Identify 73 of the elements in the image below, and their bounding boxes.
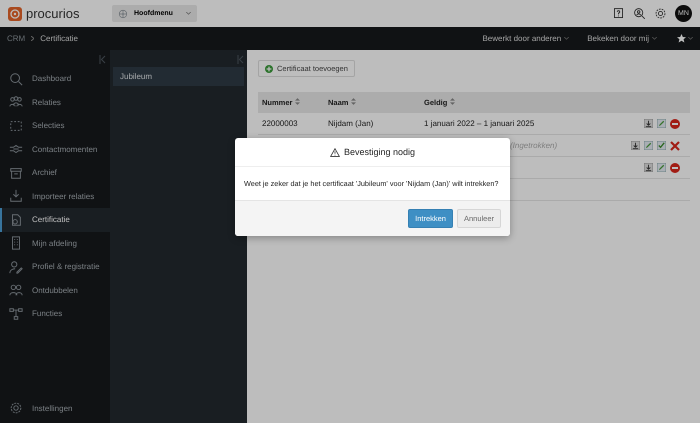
- edit-icon[interactable]: [657, 119, 666, 128]
- sort-icon[interactable]: [295, 98, 300, 105]
- archive-icon: [9, 166, 23, 180]
- sidebar-item[interactable]: Dashboard: [0, 67, 110, 90]
- sidebar-label: Importeer relaties: [32, 192, 94, 201]
- sidebar-label: Ontdubbelen: [32, 286, 78, 295]
- breadcrumb-link[interactable]: CRM: [7, 34, 26, 43]
- sort-icon[interactable]: [450, 98, 456, 105]
- menu-icon: [118, 8, 128, 18]
- check-icon[interactable]: [657, 141, 666, 150]
- search-icon: [9, 72, 23, 86]
- table-cell: 1 januari 2022 – 1 januari 2025: [424, 119, 534, 128]
- edit-icon[interactable]: [644, 141, 653, 150]
- collapse-icon[interactable]: [237, 55, 244, 64]
- sidebar-label: Profiel & registratie: [32, 262, 100, 272]
- sidebar-label: Relaties: [32, 98, 61, 107]
- tree-icon: [9, 306, 23, 321]
- delete-icon[interactable]: [670, 140, 680, 150]
- sort-icon[interactable]: [351, 98, 356, 105]
- certificate-icon: [9, 212, 23, 227]
- import-icon: [9, 189, 23, 204]
- star-icon[interactable]: [677, 34, 686, 43]
- dialog-title: Bevestiging nodig: [344, 147, 416, 157]
- settings-icon: [9, 401, 23, 415]
- filter-dropdown[interactable]: Bekeken door mij: [587, 34, 657, 43]
- stop-icon[interactable]: [670, 118, 680, 128]
- caret-icon: [186, 12, 191, 15]
- filter-dropdown[interactable]: Bewerkt door anderen: [482, 34, 570, 43]
- sidebar-item[interactable]: Relaties: [0, 90, 110, 114]
- logo-icon: [8, 6, 22, 20]
- table-cell: 22000003: [262, 119, 298, 128]
- collapse-icon[interactable]: [99, 55, 106, 64]
- sidebar-label: Selecties: [32, 121, 64, 130]
- edit-icon[interactable]: [657, 163, 666, 172]
- chevron-icon: [31, 36, 34, 41]
- sidebar-label: Functies: [32, 309, 62, 318]
- sidebar-label: Mijn afdeling: [32, 238, 77, 248]
- people-icon: [9, 283, 23, 298]
- selection-icon: [9, 118, 23, 133]
- sidebar-item[interactable]: Importeer relaties: [0, 184, 110, 208]
- sidebar-item[interactable]: Ontdubbelen: [0, 278, 110, 302]
- sidebar-item[interactable]: Contactmomenten: [0, 138, 110, 161]
- sidebar-item[interactable]: Certificatie: [0, 208, 110, 232]
- logo-text: procurios: [26, 6, 80, 21]
- people-icon: [9, 95, 23, 110]
- sidebar-item[interactable]: Mijn afdeling: [0, 232, 110, 255]
- caret-icon: [564, 37, 570, 40]
- caret-icon: [688, 37, 693, 40]
- sidebar-item[interactable]: Profiel & registratie: [0, 255, 110, 278]
- table-cell: (Ingetrokken): [510, 141, 558, 150]
- settings-icon: [654, 7, 667, 20]
- download-icon[interactable]: [631, 141, 640, 150]
- stop-icon[interactable]: [670, 162, 680, 172]
- list-item[interactable]: Jubileum: [113, 67, 244, 86]
- sidebar-item[interactable]: Archief: [0, 161, 110, 184]
- plus-icon: [265, 64, 273, 72]
- sidebar-item[interactable]: Selecties: [0, 114, 110, 138]
- sidebar-label: Dashboard: [32, 74, 72, 84]
- sidebar-label: Archief: [32, 168, 57, 178]
- sidebar-item[interactable]: Functies: [0, 302, 110, 326]
- download-icon[interactable]: [644, 163, 653, 172]
- building-icon: [9, 236, 23, 250]
- profile-icon: [9, 260, 23, 274]
- sidebar-label: Certificatie: [32, 215, 70, 224]
- sidebar-label[interactable]: Instellingen: [32, 404, 72, 412]
- caret-icon: [652, 37, 657, 40]
- help-icon: [612, 7, 625, 20]
- warning-icon: [330, 148, 340, 156]
- breadcrumb-current: Certificatie: [40, 34, 78, 43]
- user-search-icon: [633, 7, 646, 20]
- table-cell: Nijdam (Jan): [328, 119, 374, 128]
- download-icon[interactable]: [644, 119, 653, 128]
- sidebar-label: Contactmomenten: [32, 144, 98, 154]
